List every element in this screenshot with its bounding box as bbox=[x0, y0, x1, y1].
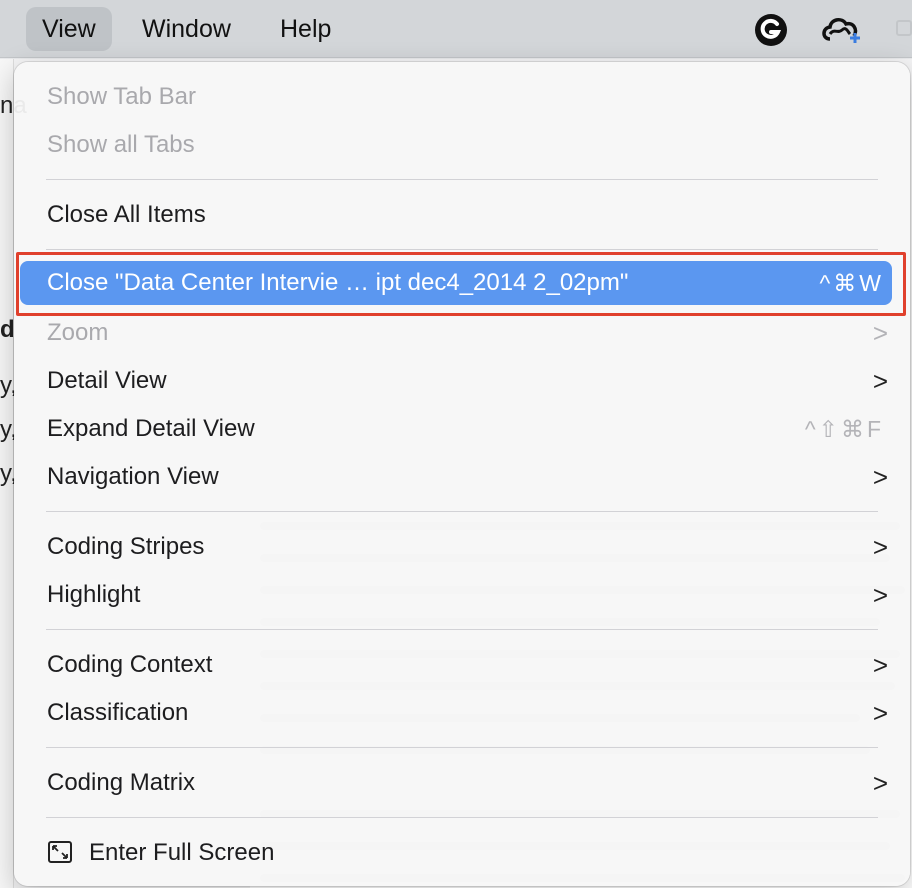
menu-item-label: Close "Data Center Intervie … ipt dec4_2… bbox=[47, 269, 629, 296]
menu-item-label: Coding Matrix bbox=[47, 769, 196, 796]
menu-separator bbox=[46, 817, 878, 818]
menu-item-show-all-tabs[interactable]: Show all Tabs bbox=[20, 123, 892, 167]
fullscreen-icon bbox=[48, 841, 72, 863]
menu-item-coding-stripes[interactable]: Coding Stripes > bbox=[20, 525, 892, 569]
menu-item-classification[interactable]: Classification > bbox=[20, 691, 892, 735]
menu-item-navigation-view[interactable]: Navigation View > bbox=[20, 455, 892, 499]
menu-item-label: Expand Detail View bbox=[47, 415, 255, 442]
menu-help[interactable]: Help bbox=[264, 7, 347, 51]
menu-item-label: Coding Context bbox=[47, 651, 213, 678]
menu-item-detail-view[interactable]: Detail View > bbox=[20, 359, 892, 403]
background-text: d bbox=[0, 316, 15, 343]
menu-separator bbox=[46, 511, 878, 512]
menu-separator bbox=[46, 629, 878, 630]
grammarly-icon[interactable] bbox=[753, 12, 789, 48]
menu-item-highlight[interactable]: Highlight > bbox=[20, 573, 892, 617]
menu-item-coding-context[interactable]: Coding Context > bbox=[20, 643, 892, 687]
menu-item-label: Zoom bbox=[47, 319, 109, 346]
chevron-right-icon: > bbox=[872, 366, 888, 396]
creative-cloud-icon[interactable] bbox=[820, 12, 860, 48]
menu-item-enter-full-screen[interactable]: Enter Full Screen bbox=[20, 831, 892, 875]
menu-item-label: Coding Stripes bbox=[47, 533, 205, 560]
chevron-right-icon: > bbox=[872, 698, 888, 728]
keyboard-shortcut: ^⌘W bbox=[819, 270, 884, 296]
menu-item-coding-matrix[interactable]: Coding Matrix > bbox=[20, 761, 892, 805]
menu-item-expand-detail-view[interactable]: Expand Detail View ^⇧⌘F bbox=[20, 407, 892, 451]
menu-item-label: Show all Tabs bbox=[47, 131, 195, 158]
menu-separator bbox=[46, 747, 878, 748]
menu-item-zoom[interactable]: Zoom > bbox=[20, 311, 892, 355]
menu-item-show-tab-bar[interactable]: Show Tab Bar bbox=[20, 75, 892, 119]
menu-item-label: Enter Full Screen bbox=[89, 839, 275, 866]
chevron-right-icon: > bbox=[872, 580, 888, 610]
menu-item-label: Show Tab Bar bbox=[47, 83, 196, 110]
menu-item-label: Detail View bbox=[47, 367, 167, 394]
menu-separator bbox=[46, 249, 878, 250]
menu-bar: View Window Help bbox=[0, 0, 912, 58]
menu-item-label: Highlight bbox=[47, 581, 141, 608]
menu-separator bbox=[46, 179, 878, 180]
chevron-right-icon: > bbox=[872, 768, 888, 798]
menu-item-label: Classification bbox=[47, 699, 189, 726]
menu-item-label: Close All Items bbox=[47, 201, 206, 228]
menu-view[interactable]: View bbox=[26, 7, 112, 51]
chevron-right-icon: > bbox=[872, 650, 888, 680]
chevron-right-icon: > bbox=[872, 462, 888, 492]
chevron-right-icon: > bbox=[872, 318, 888, 348]
view-menu-dropdown: Show Tab Bar Show all Tabs Close All Ite… bbox=[14, 62, 910, 886]
chevron-right-icon: > bbox=[872, 532, 888, 562]
menu-item-close-all-items[interactable]: Close All Items bbox=[20, 193, 892, 237]
status-icon-partial bbox=[896, 20, 912, 36]
keyboard-shortcut: ^⇧⌘F bbox=[804, 416, 884, 442]
menu-window[interactable]: Window bbox=[126, 7, 247, 51]
menu-item-label: Navigation View bbox=[47, 463, 219, 490]
menu-item-close-document[interactable]: Close "Data Center Intervie … ipt dec4_2… bbox=[20, 261, 892, 305]
